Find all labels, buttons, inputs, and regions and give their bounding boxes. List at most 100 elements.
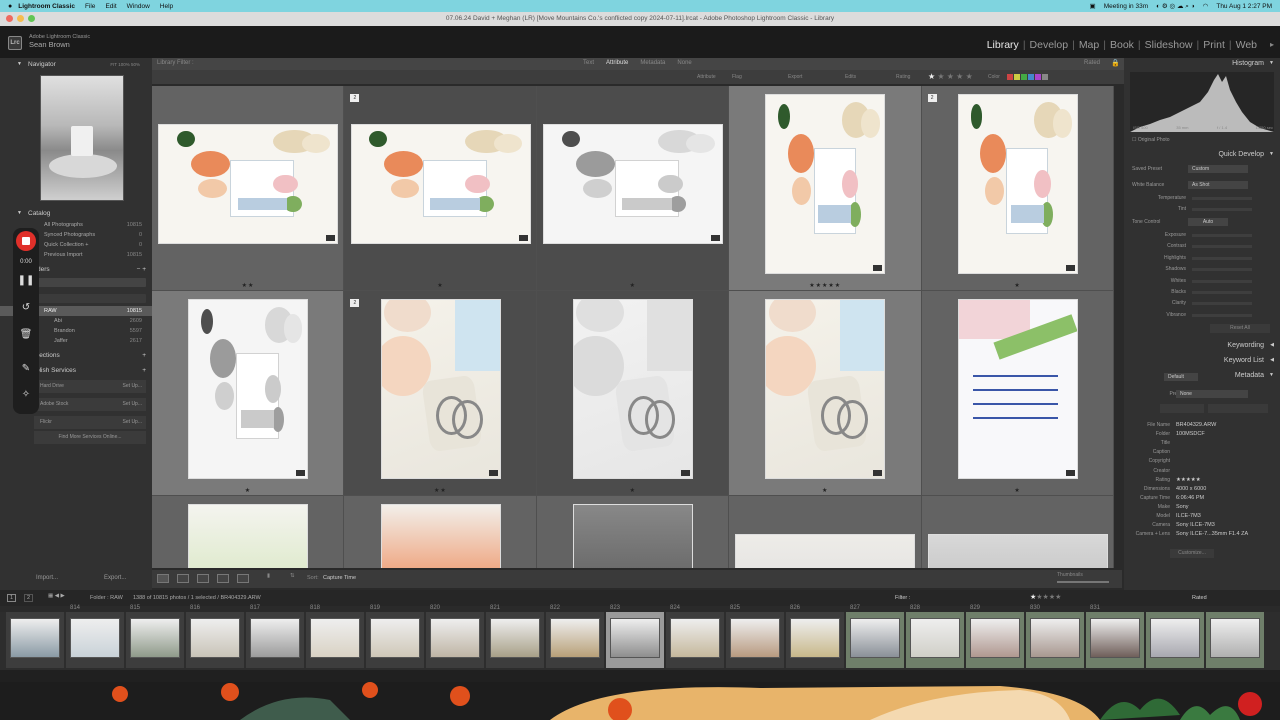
pen-icon[interactable]: ✎: [13, 363, 39, 374]
navigator-zoom[interactable]: FIT 100% 50%: [110, 59, 140, 70]
catalog-header[interactable]: ▼ Catalog: [0, 208, 152, 219]
people-view-icon[interactable]: [237, 574, 249, 583]
folder-filter-bar[interactable]: [34, 278, 146, 287]
edit-badge-icon[interactable]: [873, 470, 883, 476]
filmstrip-thumb[interactable]: 820: [426, 605, 484, 668]
restart-icon[interactable]: ↺: [13, 302, 39, 313]
filmstrip-thumb[interactable]: 822: [546, 605, 604, 668]
filmstrip-thumb[interactable]: 824: [666, 605, 724, 668]
grid-cell[interactable]: [921, 496, 1114, 568]
photo-thumbnail[interactable]: [188, 504, 309, 568]
stop-recording-button[interactable]: [16, 231, 36, 251]
module-library[interactable]: Library: [984, 39, 1022, 51]
keyword-list-header[interactable]: Keyword List ◀: [1224, 357, 1274, 364]
panel-toggle-icon[interactable]: ▸: [1270, 40, 1274, 49]
metadata-value[interactable]: Sony ILCE-7M3: [1176, 522, 1215, 528]
filmstrip-thumb[interactable]: 829: [966, 605, 1024, 668]
photo-thumbnail[interactable]: [380, 299, 501, 479]
sync-metadata-button[interactable]: [1208, 404, 1268, 413]
color-label-filter[interactable]: [1007, 74, 1048, 80]
rating-stars[interactable]: ★: [922, 282, 1114, 289]
filmstrip-thumb[interactable]: 821: [486, 605, 544, 668]
color-label-swatch[interactable]: [1007, 74, 1013, 80]
grid-nav-icon[interactable]: ▦ ◀ ▶: [48, 593, 65, 599]
filter-tab-text[interactable]: Text: [583, 60, 594, 66]
metadata-value[interactable]: Sony ILCE-7...35mm F1.4 ZA: [1176, 531, 1248, 537]
import-button[interactable]: Import...: [36, 575, 58, 581]
filmstrip-thumb[interactable]: [1206, 612, 1264, 668]
edit-badge-icon[interactable]: [680, 470, 690, 476]
edit-badge-icon[interactable]: [488, 470, 498, 476]
effects-icon[interactable]: ✧: [13, 389, 39, 400]
rating-stars[interactable]: ★: [922, 487, 1114, 494]
setup-link[interactable]: Set Up...: [123, 380, 142, 393]
edit-badge-icon[interactable]: [1065, 265, 1075, 271]
temperature-buttons[interactable]: [1192, 197, 1252, 200]
filmstrip-thumb[interactable]: 828: [906, 605, 964, 668]
wifi-icon[interactable]: ◠: [1203, 2, 1209, 10]
metadata-value[interactable]: Sony: [1176, 504, 1189, 510]
saved-preset-select[interactable]: Custom: [1188, 165, 1248, 173]
filmstrip-rating-filter[interactable]: ★★★★★: [1030, 593, 1061, 601]
grid-cell[interactable]: [152, 496, 345, 568]
filmstrip-thumb[interactable]: 825: [726, 605, 784, 668]
color-label-swatch[interactable]: [1035, 74, 1041, 80]
navigator-header[interactable]: ▼ Navigator FIT 100% 50%: [0, 59, 152, 70]
filmstrip-thumb[interactable]: 818: [306, 605, 364, 668]
export-button[interactable]: Export...: [104, 575, 126, 581]
photo-thumbnail[interactable]: [957, 299, 1078, 479]
menu-window[interactable]: Window: [127, 3, 150, 10]
rating-stars[interactable]: ★★: [152, 282, 344, 289]
grid-cell[interactable]: ★: [921, 291, 1114, 496]
source-folder[interactable]: Folder : RAW: [90, 595, 123, 601]
metadata-view-select[interactable]: Default: [1164, 373, 1198, 381]
stack-count-badge[interactable]: 2: [927, 94, 937, 102]
filmstrip-thumb[interactable]: 814: [66, 605, 124, 668]
keywording-header[interactable]: Keywording ◀: [1227, 342, 1274, 349]
photo-thumbnail[interactable]: [188, 299, 309, 479]
filmstrip-thumb[interactable]: 827: [846, 605, 904, 668]
module-book[interactable]: Book: [1107, 39, 1137, 51]
close-window-button[interactable]: [6, 15, 13, 22]
customize-button[interactable]: Customize...: [1170, 549, 1214, 558]
setup-link[interactable]: Set Up...: [123, 416, 142, 429]
filmstrip-filter-preset[interactable]: Rated: [1192, 595, 1207, 601]
copy-metadata-button[interactable]: [1160, 404, 1204, 413]
service-row[interactable]: Adobe Stock Set Up...: [34, 398, 146, 411]
edit-badge-icon[interactable]: [873, 265, 883, 271]
trash-icon[interactable]: 🗑: [13, 329, 39, 340]
filmstrip-thumb[interactable]: 819: [366, 605, 424, 668]
menu-help[interactable]: Help: [160, 3, 173, 10]
grid-cell[interactable]: 2 ★: [344, 86, 537, 291]
module-map[interactable]: Map: [1076, 39, 1102, 51]
sort-select[interactable]: Capture Time: [323, 575, 356, 581]
grid-cell[interactable]: 2 ★: [921, 86, 1114, 291]
module-print[interactable]: Print: [1200, 39, 1228, 51]
tone-adjust-buttons[interactable]: [1192, 245, 1252, 249]
photo-thumbnail[interactable]: [735, 534, 916, 568]
tint-buttons[interactable]: [1192, 208, 1252, 211]
menubar-app-name[interactable]: Lightroom Classic: [18, 3, 75, 10]
photo-thumbnail[interactable]: [927, 534, 1108, 568]
metadata-value[interactable]: BR404329.ARW: [1176, 422, 1216, 428]
tone-adjust-buttons[interactable]: [1192, 302, 1252, 306]
grid-cell[interactable]: ★: [536, 291, 730, 496]
edit-badge-icon[interactable]: [1065, 470, 1075, 476]
photo-thumbnail[interactable]: [957, 94, 1078, 274]
spray-can-icon[interactable]: ▮: [267, 573, 270, 579]
metadata-value[interactable]: ★★★★★: [1176, 477, 1201, 483]
edit-badge-icon[interactable]: [326, 235, 336, 241]
pause-icon[interactable]: ❚❚: [13, 275, 39, 286]
menu-file[interactable]: File: [85, 3, 95, 10]
photo-thumbnail[interactable]: [765, 299, 886, 479]
edit-badge-icon[interactable]: [710, 235, 720, 241]
stack-count-badge[interactable]: 2: [350, 299, 360, 307]
menu-edit[interactable]: Edit: [105, 3, 116, 10]
filter-preset-rated[interactable]: Rated: [1084, 60, 1100, 66]
filmstrip-thumb[interactable]: [1146, 612, 1204, 668]
rating-stars[interactable]: ★★: [344, 487, 536, 494]
screen-1-button[interactable]: 1: [7, 594, 17, 602]
metadata-value[interactable]: 4000 x 6000: [1176, 486, 1206, 492]
tone-auto-button[interactable]: Auto: [1188, 218, 1228, 226]
photo-thumbnail[interactable]: [572, 504, 693, 568]
